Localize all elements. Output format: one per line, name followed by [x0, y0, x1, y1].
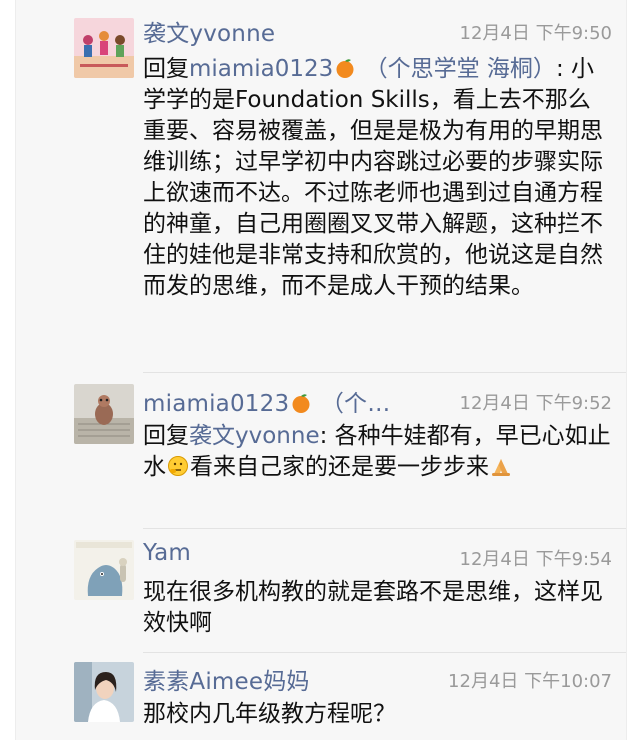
timestamp: 12月4日 下午9:50: [459, 23, 613, 44]
praying-hands-emoji-icon: [492, 459, 510, 476]
woman-photo-avatar-icon: [74, 662, 134, 722]
comment-text: 回复miamia0123 （个思学堂 海桐）: 小学学的是Foundation …: [143, 54, 613, 302]
author-name-text[interactable]: miamia0123: [143, 391, 289, 417]
comment-text: 现在很多机构教的就是套路不是思维，这样见效快啊: [143, 579, 603, 636]
timestamp: 12月4日 下午9:52: [459, 393, 613, 414]
divider: [143, 528, 626, 529]
reply-to-name[interactable]: 袭文yvonne: [189, 423, 320, 449]
figurine-photo-avatar-icon: [74, 384, 134, 444]
cartoon-dino-avatar-icon: [74, 540, 134, 600]
comment-panel: 袭文yvonne 12月4日 下午9:50 回复miamia0123 （个思学堂…: [15, 0, 627, 740]
divider: [143, 652, 626, 653]
comment-text: 那校内几年级教方程呢？: [143, 701, 396, 727]
children-illustration-avatar-icon: [74, 18, 134, 78]
comment-body-text-2: 看来自己家的还是要一步步来: [190, 454, 489, 480]
orange-emoji-icon: [336, 59, 354, 78]
timestamp: 12月4日 下午9:54: [459, 549, 613, 570]
comment-body-text: : 小学学的是Foundation Skills，看上去不那么重要、容易被覆盖，…: [143, 56, 603, 299]
avatar[interactable]: [74, 540, 134, 600]
author-name-suffix[interactable]: （个…: [313, 391, 390, 417]
comment-text: 回复袭文yvonne: 各种牛娃都有，早已心如止水 看来自己家的还是要一步步来: [143, 421, 613, 483]
author-name[interactable]: 袭文yvonne: [143, 14, 275, 48]
orange-emoji-icon: [292, 394, 310, 413]
divider: [143, 372, 626, 373]
reply-prefix: 回复: [143, 423, 189, 449]
avatar[interactable]: [74, 18, 134, 78]
timestamp: 12月4日 下午10:07: [448, 671, 612, 692]
avatar[interactable]: [74, 662, 134, 722]
author-name[interactable]: miamia0123 （个…: [143, 384, 390, 418]
reply-to-name[interactable]: miamia0123: [189, 56, 333, 82]
avatar[interactable]: [74, 384, 134, 444]
thinking-face-emoji-icon: [168, 456, 188, 476]
reply-to-suffix[interactable]: （个思学堂 海桐）: [357, 56, 556, 82]
author-name[interactable]: 素素Aimee妈妈: [143, 662, 310, 696]
reply-prefix: 回复: [143, 56, 189, 82]
author-name[interactable]: Yam: [143, 540, 191, 566]
